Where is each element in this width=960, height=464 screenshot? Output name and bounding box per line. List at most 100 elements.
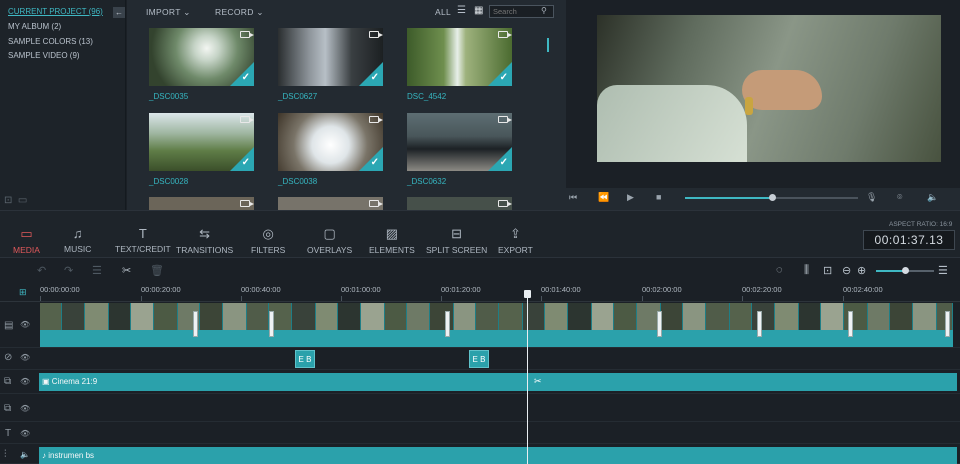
microphone-icon[interactable]: 🎙 [866, 192, 877, 203]
library-item-sample-colors[interactable]: SAMPLE COLORS (13) [8, 37, 93, 46]
snapshot-icon[interactable]: ⌾ [897, 192, 902, 203]
scissors-icon[interactable]: ✂ [534, 376, 542, 387]
clip-boundary-marker[interactable] [848, 311, 853, 337]
list-view-icon[interactable]: ☰ [457, 5, 466, 16]
media-thumbnail[interactable]: ✓ [149, 113, 254, 171]
zoom-in-icon[interactable]: ⊕ [857, 264, 866, 277]
eye-icon[interactable]: 👁 [20, 377, 30, 386]
folder-add-icon[interactable]: ⊡ ▭ [4, 195, 27, 206]
function-overlays[interactable]: ▢ OVERLAYS [307, 226, 352, 255]
audio-clip[interactable]: ♪ instrumen bs [39, 447, 957, 464]
video-frame-thumbnail [316, 303, 338, 330]
function-label: FILTERS [251, 245, 286, 255]
eye-icon[interactable]: 👁 [20, 429, 30, 438]
media-thumbnail[interactable]: ✓ [278, 113, 383, 171]
function-media[interactable]: ▭ MEDIA [13, 226, 40, 255]
ruler-tick [441, 296, 442, 301]
adjust-icon[interactable]: ☰ [92, 264, 102, 277]
function-elements[interactable]: ▨ ELEMENTS [369, 226, 415, 255]
media-label: _DSC0627 [278, 92, 318, 101]
audio-track-icon: ⫶ [4, 449, 7, 460]
library-item-current-project[interactable]: CURRENT PROJECT (96) [8, 7, 103, 16]
record-label: RECORD [215, 7, 254, 17]
audio-mixer-icon[interactable]: ⫼ [804, 264, 809, 277]
media-thumbnail[interactable] [278, 197, 383, 210]
clip-boundary-marker[interactable] [945, 311, 950, 337]
grid-view-icon[interactable]: ▦ [474, 5, 484, 16]
eye-icon[interactable]: 👁 [20, 353, 30, 362]
delete-icon[interactable]: 🗑 [150, 264, 164, 277]
function-transitions[interactable]: ⇆ TRANSITIONS [176, 226, 233, 255]
media-label: DSC_4542 [407, 92, 447, 101]
function-filters[interactable]: ◎ FILTERS [251, 226, 285, 255]
timecode-display: 00:01:37.13 [863, 230, 955, 250]
function-split-screen[interactable]: ⊟ SPLIT SCREEN [426, 226, 487, 255]
skip-back-icon[interactable]: ⏮ [569, 192, 577, 203]
video-frame-thumbnail [361, 303, 385, 330]
function-text-credit[interactable]: T TEXT/CREDIT [115, 226, 171, 254]
video-frame-thumbnail [385, 303, 407, 330]
library-item-my-album[interactable]: MY ALBUM (2) [8, 22, 61, 31]
pip-clip[interactable]: ▣ Cinema 21:9 [39, 373, 957, 391]
filter-all-dropdown[interactable]: ALL [435, 7, 451, 17]
video-camera-icon [240, 116, 254, 123]
function-export[interactable]: ⇪ EXPORT [498, 226, 533, 255]
aspect-ratio-label: ASPECT RATIO: 16:9 [889, 221, 953, 228]
video-camera-icon [240, 31, 254, 38]
media-thumbnail[interactable] [407, 197, 512, 210]
video-frame-thumbnail [706, 303, 730, 330]
eye-icon[interactable]: 👁 [20, 320, 30, 329]
pip-track-icon: ⧉ [4, 376, 12, 387]
text-clip-badge[interactable]: E B [469, 350, 489, 368]
text-icon: T [138, 226, 147, 241]
menu-icon[interactable]: ☰ [938, 264, 948, 277]
media-thumbnail[interactable]: ✓ [149, 28, 254, 86]
text-clip-badge[interactable]: E B [295, 350, 315, 368]
video-frame-thumbnail [821, 303, 844, 330]
undo-icon[interactable]: ↶ [37, 264, 46, 277]
video-editor: CURRENT PROJECT (96) MY ALBUM (2) SAMPLE… [0, 0, 960, 464]
track-manager-icon[interactable]: ⊞ [19, 287, 27, 298]
media-thumbnail[interactable] [149, 197, 254, 210]
media-thumbnail[interactable]: ✓ [407, 28, 512, 86]
video-frame-thumbnail [592, 303, 614, 330]
playback-progress-knob[interactable] [769, 194, 776, 201]
clip-boundary-marker[interactable] [757, 311, 762, 337]
play-icon[interactable]: ▶ [627, 192, 634, 203]
record-dropdown[interactable]: RECORD ⌄ [215, 7, 264, 18]
zoom-out-icon[interactable]: ⊖ [842, 264, 851, 277]
video-frame-thumbnail [454, 303, 476, 330]
playback-progress-fill [685, 197, 772, 199]
clip-boundary-marker[interactable] [445, 311, 450, 337]
media-thumbnail[interactable]: ✓ [278, 28, 383, 86]
overlay-icon: ▢ [323, 226, 336, 241]
video-camera-icon [369, 116, 383, 123]
eye-icon[interactable]: 👁 [20, 404, 30, 413]
video-frame-thumbnail [292, 303, 316, 330]
collapse-panel-button[interactable]: ← [113, 7, 125, 18]
volume-icon[interactable]: 🔈 [927, 192, 938, 203]
video-frame-thumbnail [338, 303, 361, 330]
playhead[interactable] [527, 293, 528, 464]
sleeve [597, 85, 747, 162]
step-back-icon[interactable]: ⏪ [598, 192, 609, 203]
stop-icon[interactable]: ■ [656, 192, 661, 202]
fit-icon[interactable]: ⊡ [823, 264, 832, 277]
clip-boundary-marker[interactable] [657, 311, 662, 337]
search-icon[interactable]: ⚲ [541, 6, 547, 15]
media-thumbnail[interactable]: ✓ [407, 113, 512, 171]
zoom-slider-knob[interactable] [902, 267, 909, 274]
video-frame-thumbnail [499, 303, 523, 330]
clip-boundary-marker[interactable] [193, 311, 198, 337]
redo-icon[interactable]: ↷ [64, 264, 73, 277]
function-music[interactable]: ♫ MUSIC [64, 226, 91, 254]
import-dropdown[interactable]: IMPORT ⌄ [146, 7, 191, 18]
speed-icon[interactable]: ◌ [776, 264, 783, 276]
speaker-icon[interactable]: 🔈 [20, 450, 30, 459]
library-scrollbar[interactable] [547, 38, 549, 52]
video-frame-thumbnail [799, 303, 821, 330]
clip-boundary-marker[interactable] [269, 311, 274, 337]
library-item-sample-video[interactable]: SAMPLE VIDEO (9) [8, 51, 80, 60]
cut-icon[interactable]: ✂ [122, 264, 131, 277]
text-track-icon: T [5, 428, 12, 439]
